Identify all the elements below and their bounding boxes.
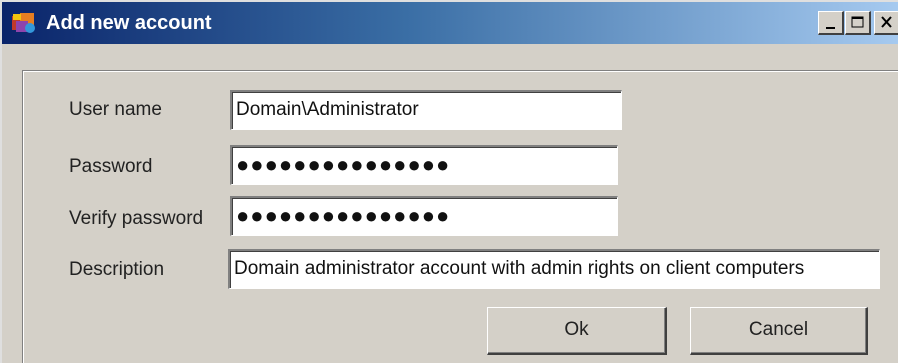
close-button[interactable]	[874, 11, 898, 35]
username-field[interactable]: Domain\Administrator	[230, 90, 622, 130]
add-account-dialog: Add new account User name Domain\Adminis…	[0, 0, 898, 363]
password-field[interactable]: ●●●●●●●●●●●●●●●	[230, 145, 618, 185]
verify-password-label: Verify password	[69, 208, 204, 229]
password-label: Password	[69, 156, 153, 177]
window-title: Add new account	[46, 12, 212, 34]
app-icon	[12, 13, 35, 33]
verify-password-field[interactable]: ●●●●●●●●●●●●●●●	[230, 196, 618, 236]
close-icon	[881, 16, 892, 28]
username-label: User name	[69, 99, 162, 120]
minimize-icon	[826, 27, 835, 29]
description-field[interactable]: Domain administrator account with admin …	[228, 249, 880, 289]
ok-button[interactable]: Ok	[487, 307, 667, 355]
maximize-icon	[851, 16, 864, 28]
maximize-button[interactable]	[845, 11, 871, 35]
title-bar[interactable]: Add new account	[2, 2, 898, 44]
minimize-button[interactable]	[818, 11, 844, 35]
cancel-button[interactable]: Cancel	[690, 307, 868, 355]
description-label: Description	[69, 259, 165, 280]
